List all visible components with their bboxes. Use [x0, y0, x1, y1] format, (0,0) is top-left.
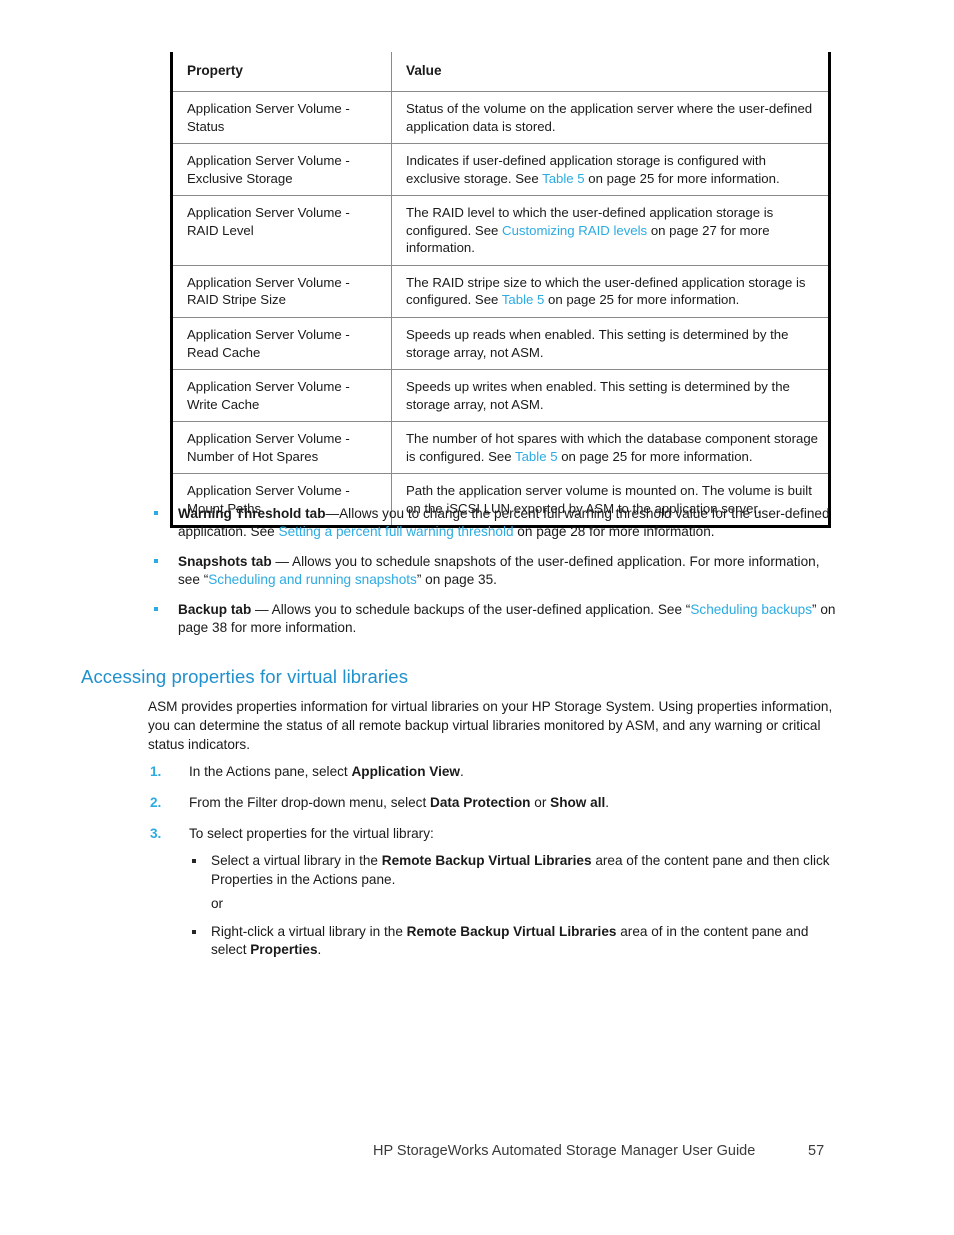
emphasis-text: Properties [250, 942, 318, 958]
intro-paragraph: ASM provides properties information for … [148, 699, 833, 752]
cross-reference-link[interactable]: Table 5 [502, 292, 545, 307]
body-text: — Allows you to schedule backups of the … [251, 601, 691, 617]
bullet-icon [154, 558, 158, 563]
list-item: Backup tab — Allows you to schedule back… [148, 601, 838, 638]
or-separator-text: or [211, 895, 224, 911]
table-cell-property: Application Server Volume - Status [170, 91, 392, 145]
sub-step-item: Right-click a virtual library in the Rem… [189, 923, 843, 961]
table-header-row: Property Value [170, 52, 831, 93]
table-cell-value: The RAID stripe size to which the user-d… [391, 265, 831, 319]
table-header-property: Property [170, 52, 392, 93]
table-row: Application Server Volume - Status Status… [170, 91, 831, 145]
body-text: . [605, 794, 610, 810]
body-text: on page 25 for more information. [584, 170, 780, 186]
table-cell-value: The RAID level to which the user-defined… [391, 195, 831, 266]
table-cell-property: Application Server Volume - Write Cache [170, 369, 392, 423]
sub-step-item: Select a virtual library in the Remote B… [189, 852, 843, 890]
body-text: Speeds up reads when enabled. This setti… [406, 327, 789, 360]
step-number: 1. [150, 764, 162, 779]
body-text: ” on page 35. [416, 572, 497, 588]
page-title: Accessing properties for virtual librari… [81, 666, 409, 687]
body-text: Right-click a virtual library in the [211, 923, 407, 939]
step-item: 2. From the Filter drop-down menu, select… [148, 794, 843, 813]
emphasis-text: Remote Backup Virtual Libraries [381, 853, 592, 869]
emphasis-text: Show all [550, 794, 606, 810]
step-item: 3. To select properties for the virtual l… [148, 825, 843, 961]
table-cell-property: Application Server Volume - RAID Stripe … [170, 265, 392, 319]
cross-reference-link[interactable]: Setting a percent full warning threshold [279, 524, 514, 539]
cross-reference-link[interactable]: Scheduling backups [690, 602, 812, 617]
table-cell-value: Indicates if user-defined application st… [391, 143, 831, 197]
body-text: on page 25 for more information. [544, 292, 740, 308]
body-text: . [460, 764, 464, 779]
table-cell-property: Application Server Volume - Exclusive St… [170, 143, 392, 197]
sub-step-list: Select a virtual library in the Remote B… [189, 852, 843, 890]
cross-reference-link[interactable]: Table 5 [542, 171, 585, 186]
table-body: Application Server Volume - Status Status… [170, 91, 831, 529]
emphasis-text: Warning Threshold tab [178, 506, 326, 521]
body-text: on page 25 for more information. [557, 448, 753, 464]
table-cell-property: Application Server Volume - Number of Ho… [170, 421, 392, 475]
body-text: Select a virtual library in the [211, 853, 382, 869]
table-cell-property: Application Server Volume - RAID Level [170, 195, 392, 266]
body-text: Speeds up writes when enabled. This sett… [406, 379, 790, 412]
bullet-icon [192, 929, 196, 934]
properties-table: Property Value Application Server Volume… [170, 52, 831, 529]
table-cell-value: The number of hot spares with which the … [391, 421, 831, 475]
table-header-value: Value [391, 52, 831, 93]
emphasis-text: Data Protection [430, 794, 531, 810]
body-text: To select properties for the virtual lib… [189, 825, 434, 841]
step-number: 2. [150, 794, 162, 810]
table-row: Application Server Volume - Number of Ho… [170, 421, 831, 475]
emphasis-text: Snapshots tab [178, 553, 272, 569]
table-cell-value: Speeds up reads when enabled. This setti… [391, 317, 831, 371]
tab-description-list: Warning Threshold tab—Allows you to chan… [148, 505, 838, 649]
body-text: . [317, 942, 322, 958]
emphasis-text: Remote Backup Virtual Libraries [406, 923, 617, 939]
body-text: Status of the volume on the application … [406, 101, 813, 134]
table-cell-property: Application Server Volume - Read Cache [170, 317, 392, 371]
cross-reference-link[interactable]: Customizing RAID levels [502, 223, 647, 238]
numbered-steps: 1. In the Actions pane, select Applicatio… [148, 763, 843, 972]
body-text: In the Actions pane, select [189, 764, 352, 779]
table-row: Application Server Volume - RAID Stripe … [170, 265, 831, 319]
bullet-icon [154, 511, 158, 515]
sub-step-list: Right-click a virtual library in the Rem… [189, 923, 843, 961]
list-item: Warning Threshold tab—Allows you to chan… [148, 505, 838, 542]
footer-title: HP StorageWorks Automated Storage Manage… [373, 1143, 756, 1159]
emphasis-text: Application View [351, 764, 461, 779]
list-item: Snapshots tab — Allows you to schedule s… [148, 553, 838, 590]
footer-page-number: 57 [808, 1143, 825, 1159]
table-row: Application Server Volume - Exclusive St… [170, 143, 831, 197]
body-text: From the Filter drop-down menu, select [189, 794, 431, 810]
step-item: 1. In the Actions pane, select Applicatio… [148, 763, 843, 782]
document-page: Property Value Application Server Volume… [0, 0, 954, 1235]
bullet-icon [154, 606, 158, 611]
body-text: or [530, 794, 551, 810]
table-cell-value: Status of the volume on the application … [391, 91, 831, 145]
cross-reference-link[interactable]: Table 5 [515, 449, 558, 464]
table-row: Application Server Volume - RAID Level Th… [170, 195, 831, 266]
table-row: Application Server Volume - Write Cache S… [170, 369, 831, 423]
body-text: on page 28 for more information. [513, 524, 715, 540]
step-number: 3. [150, 825, 162, 841]
table-cell-value: Speeds up writes when enabled. This sett… [391, 369, 831, 423]
emphasis-text: Backup tab [178, 601, 252, 617]
bullet-icon [192, 859, 196, 864]
table-row: Application Server Volume - Read Cache Sp… [170, 317, 831, 371]
cross-reference-link[interactable]: Scheduling and running snapshots [208, 572, 417, 587]
